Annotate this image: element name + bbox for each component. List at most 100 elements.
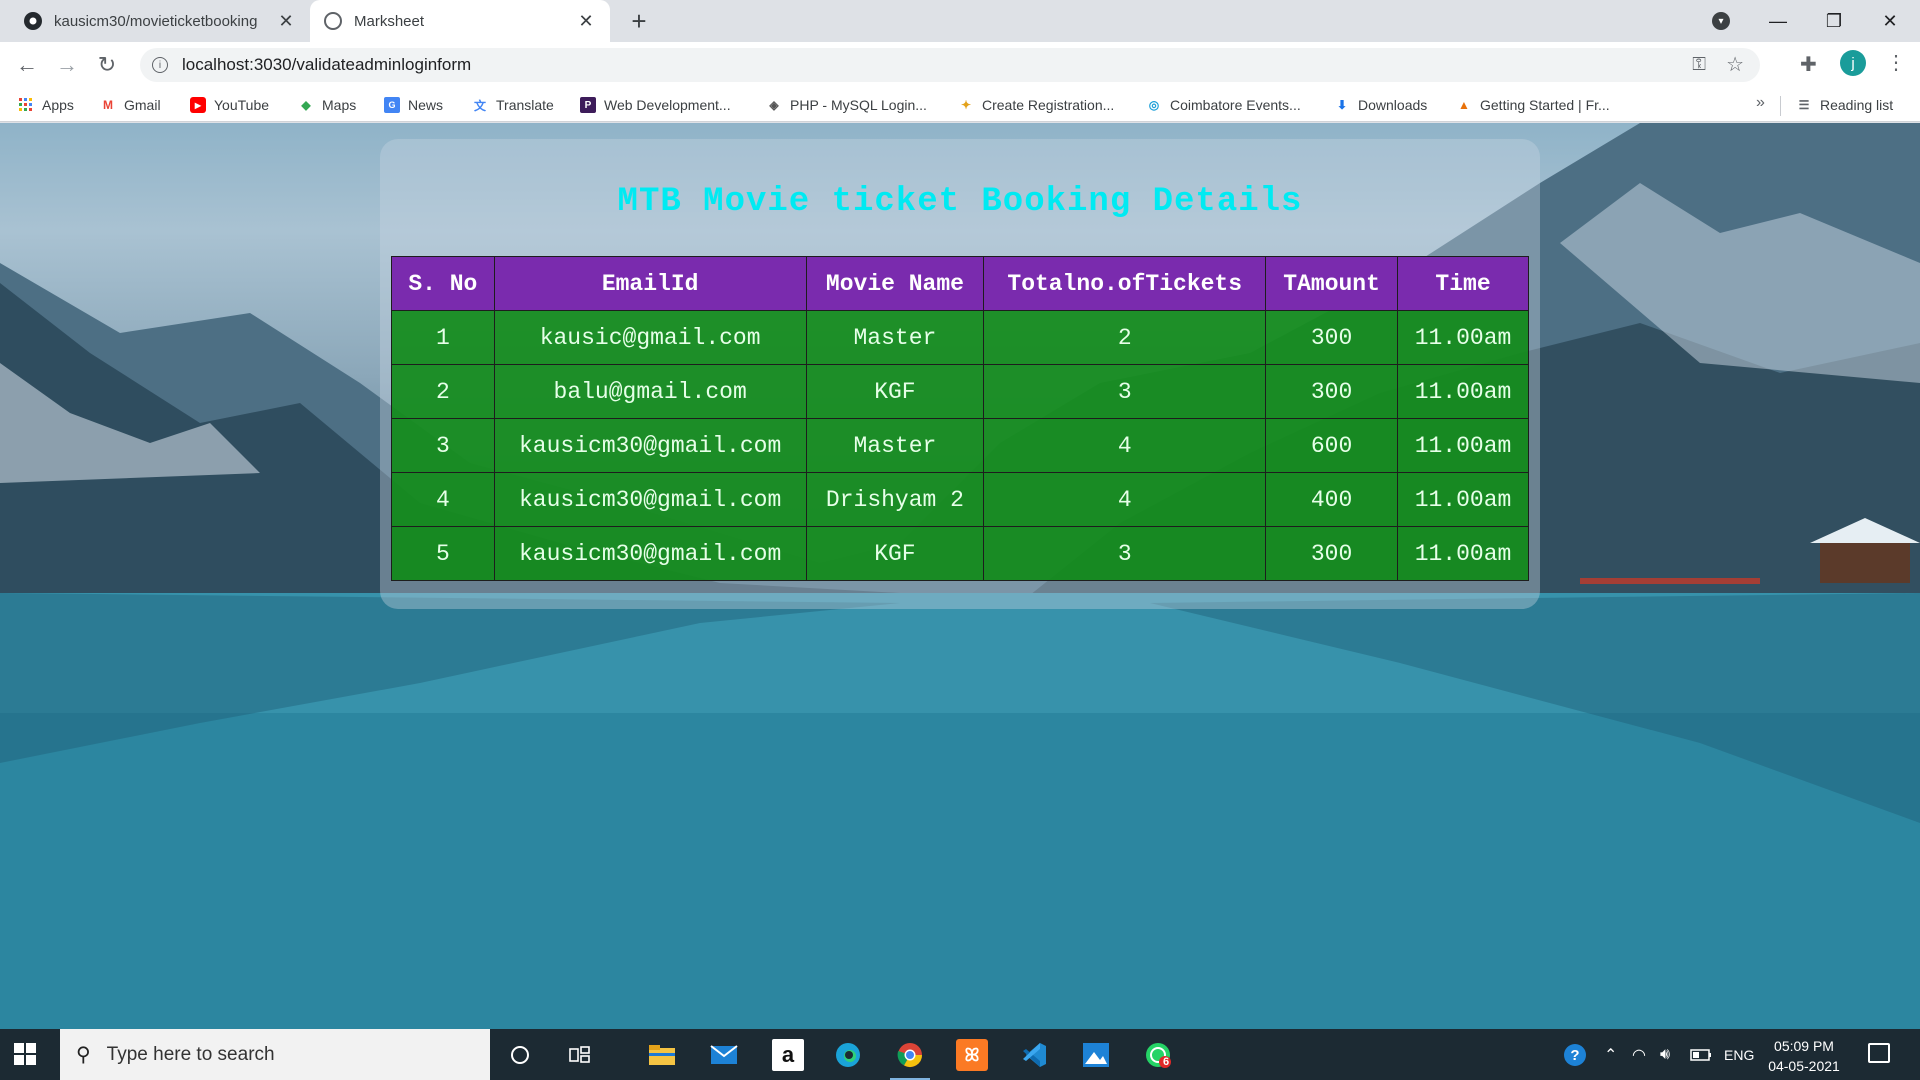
cortana-icon[interactable] [504, 1039, 536, 1071]
new-tab-button[interactable]: + [624, 6, 654, 37]
whatsapp-badge: 6 [1163, 1056, 1170, 1068]
tab-strip: kausicm30/movieticketbooking ✕ Marksheet… [0, 0, 1920, 42]
volume-icon[interactable]: 🔊︎ [1660, 1029, 1670, 1080]
taskbar-search-placeholder: Type here to search [106, 1043, 275, 1065]
bookmark-label: Downloads [1358, 97, 1428, 113]
more-bookmarks-icon[interactable]: » [1756, 94, 1765, 112]
bookmark-gmail[interactable]: M Gmail [100, 94, 161, 116]
edge-icon[interactable] [832, 1039, 864, 1071]
column-header-total-tickets: Totalno.ofTickets [983, 256, 1267, 311]
task-view-icon[interactable] [564, 1039, 596, 1071]
mail-icon[interactable] [708, 1039, 740, 1071]
bookmark-star-icon[interactable]: ☆ [1726, 52, 1744, 77]
taskbar-clock[interactable]: 05:09 PM 04-05-2021 [1764, 1036, 1844, 1076]
tab-marksheet[interactable]: Marksheet ✕ [310, 0, 610, 42]
browser-menu-icon[interactable]: ⋮ [1886, 50, 1906, 75]
table-row: 2 balu@gmail.com KGF 3 300 11.00am [391, 364, 1529, 419]
reload-icon[interactable]: ↻ [92, 50, 122, 80]
bookmark-create-registration[interactable]: ✦ Create Registration... [958, 94, 1114, 116]
battery-icon[interactable] [1690, 1029, 1712, 1080]
cell-time: 11.00am [1397, 364, 1529, 419]
svg-text:?: ? [1570, 1047, 1579, 1064]
windows-taskbar: ⚲ Type here to search a ꕤ 6 ? ⌃ ◠ 🔊︎ ENG… [0, 1029, 1920, 1080]
youtube-icon: ▶ [190, 97, 206, 113]
minimize-button[interactable]: — [1750, 0, 1806, 42]
profile-avatar[interactable]: j [1840, 50, 1866, 76]
tab-search-icon[interactable]: ▾ [1712, 12, 1730, 30]
clock-time: 05:09 PM [1774, 1038, 1834, 1054]
column-header-sno: S. No [391, 256, 495, 311]
url-text[interactable]: localhost:3030/validateadminloginform [182, 55, 471, 75]
back-arrow-icon[interactable]: ← [12, 50, 42, 80]
cell-sno: 5 [391, 526, 495, 581]
language-indicator[interactable]: ENG [1724, 1029, 1754, 1080]
address-bar[interactable]: i localhost:3030/validateadminloginform … [140, 48, 1760, 82]
bookmark-maps[interactable]: ◆ Maps [298, 94, 356, 116]
bookmark-label: YouTube [214, 97, 270, 113]
bookmark-php-mysql[interactable]: ◈ PHP - MySQL Login... [766, 94, 927, 116]
table-row: 1 kausic@gmail.com Master 2 300 11.00am [391, 310, 1529, 365]
restore-button[interactable]: ❐ [1806, 0, 1862, 42]
cell-movie-name: KGF [805, 364, 985, 419]
bookmark-news[interactable]: G News [384, 94, 443, 116]
whatsapp-icon[interactable]: 6 [1142, 1039, 1174, 1071]
notifications-icon[interactable] [1868, 1043, 1890, 1063]
cell-email: kausicm30@gmail.com [493, 472, 807, 527]
column-header-email: EmailId [493, 256, 807, 311]
cell-sno: 2 [391, 364, 495, 419]
site-info-icon[interactable]: i [152, 57, 168, 73]
bookmarks-bar: Apps M Gmail ▶ YouTube ◆ Maps G News 文 T… [0, 88, 1920, 122]
cell-amount: 300 [1265, 364, 1399, 419]
chevron-up-icon[interactable]: ⌃ [1604, 1029, 1617, 1080]
extensions-puzzle-icon[interactable]: ✚ [1800, 52, 1817, 77]
cell-amount: 300 [1265, 310, 1399, 365]
bookmark-label: Getting Started | Fr... [1480, 97, 1610, 113]
booking-details-table: S. No EmailId Movie Name Totalno.ofTicke… [391, 256, 1529, 581]
bookmark-coimbatore-events[interactable]: ◎ Coimbatore Events... [1146, 94, 1301, 116]
cell-time: 11.00am [1397, 310, 1529, 365]
close-window-button[interactable]: ✕ [1862, 0, 1918, 42]
cell-total-tickets: 3 [983, 526, 1267, 581]
vscode-icon[interactable] [1018, 1039, 1050, 1071]
tab-github[interactable]: kausicm30/movieticketbooking ✕ [10, 0, 310, 42]
file-explorer-icon[interactable] [646, 1039, 678, 1071]
tab-close-icon[interactable]: ✕ [276, 11, 296, 32]
download-icon: ⬇ [1336, 98, 1348, 112]
bookmark-label: PHP - MySQL Login... [790, 97, 927, 113]
xampp-icon[interactable]: ꕤ [956, 1039, 988, 1071]
search-icon: ⚲ [76, 1044, 91, 1066]
wifi-icon[interactable]: ◠ [1632, 1029, 1646, 1080]
tab-close-icon[interactable]: ✕ [576, 11, 596, 32]
cell-movie-name: Master [805, 310, 985, 365]
forward-arrow-icon[interactable]: → [52, 50, 82, 80]
bookmark-downloads[interactable]: ⬇ Downloads [1334, 94, 1427, 116]
cell-total-tickets: 4 [983, 418, 1267, 473]
windows-start-icon[interactable] [14, 1043, 36, 1065]
table-header-row: S. No EmailId Movie Name Totalno.ofTicke… [391, 256, 1529, 311]
page-viewport: MTB Movie ticket Booking Details S. No E… [0, 123, 1920, 1029]
cell-email: kausic@gmail.com [493, 310, 807, 365]
translate-icon: 文 [473, 98, 486, 113]
chrome-icon[interactable] [890, 1039, 930, 1080]
help-icon[interactable]: ? [1562, 1029, 1588, 1080]
column-header-movie-name: Movie Name [805, 256, 985, 311]
web-dev-icon: P [580, 97, 596, 113]
amazon-icon[interactable]: a [772, 1039, 804, 1071]
key-icon[interactable]: ⚿ [1692, 54, 1706, 75]
taskbar-search-box[interactable]: ⚲ Type here to search [60, 1029, 490, 1080]
cell-amount: 400 [1265, 472, 1399, 527]
bookmark-apps[interactable]: Apps [18, 94, 74, 116]
bookmark-getting-started[interactable]: ▲ Getting Started | Fr... [1456, 94, 1610, 116]
bookmark-youtube[interactable]: ▶ YouTube [190, 94, 269, 116]
bookmark-label: Coimbatore Events... [1170, 97, 1301, 113]
bookmark-web-development[interactable]: P Web Development... [580, 94, 731, 116]
reading-list-button[interactable]: ☰ Reading list [1796, 94, 1894, 116]
photos-icon[interactable] [1080, 1039, 1112, 1071]
cell-time: 11.00am [1397, 472, 1529, 527]
column-header-time: Time [1397, 256, 1529, 311]
bookmark-translate[interactable]: 文 Translate [472, 94, 554, 116]
gmail-icon: M [103, 98, 113, 112]
github-icon [24, 12, 42, 30]
reading-list-icon: ☰ [1798, 98, 1810, 112]
cell-email: kausicm30@gmail.com [493, 418, 807, 473]
